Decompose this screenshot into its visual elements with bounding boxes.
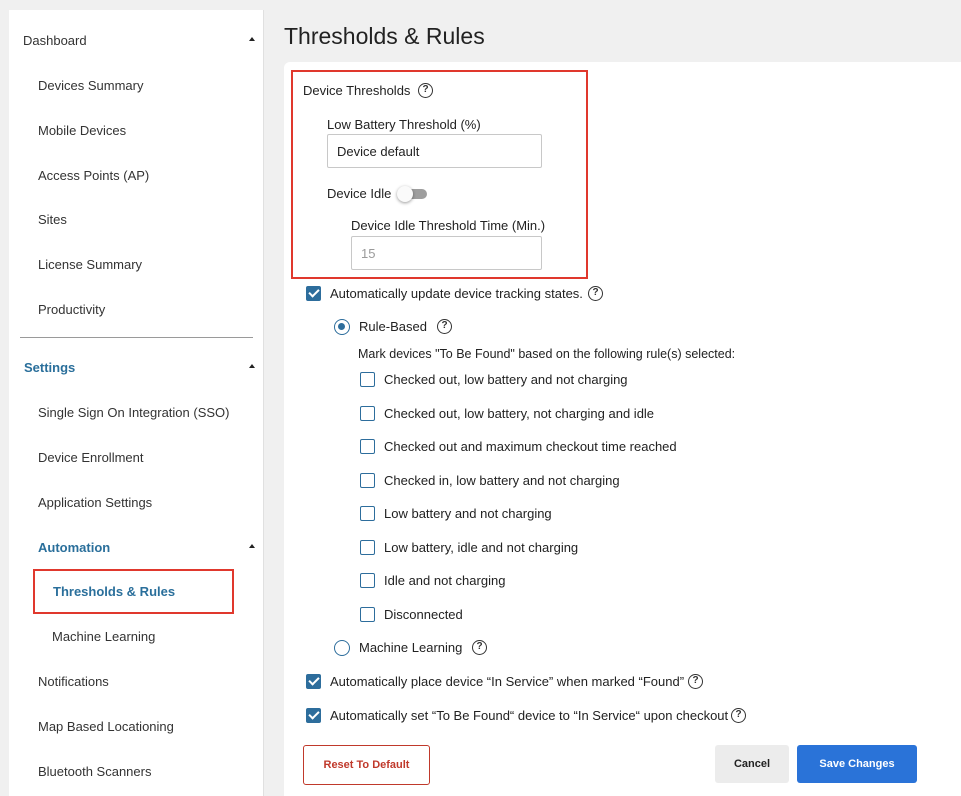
sidebar-item-label: Thresholds & Rules [53, 583, 176, 599]
rule-checkbox[interactable] [360, 506, 375, 521]
rule-label: Checked out and maximum checkout time re… [384, 439, 677, 454]
in-service-checkout-checkbox[interactable] [306, 708, 321, 723]
rule-based-label: Rule-Based [359, 319, 427, 334]
idle-time-label: Device Idle Threshold Time (Min.) [351, 218, 546, 233]
sidebar-section-label: Automation [38, 539, 111, 555]
rule-checkbox[interactable] [360, 607, 375, 622]
rule-checkbox[interactable] [360, 573, 375, 588]
save-changes-button[interactable]: Save Changes [797, 745, 917, 783]
rule-label: Disconnected [384, 607, 463, 622]
rule-label: Low battery and not charging [384, 506, 552, 521]
sidebar-item-device-enrollment[interactable]: Device Enrollment [9, 445, 264, 469]
sidebar-section-automation[interactable]: Automation [9, 535, 264, 559]
rule-label: Checked out, low battery and not chargin… [384, 372, 628, 387]
rule-checkbox[interactable] [360, 372, 375, 387]
sidebar-item-label: Map Based Locationing [38, 718, 174, 734]
sidebar-item-label: Notifications [38, 673, 109, 689]
low-battery-label: Low Battery Threshold (%) [327, 117, 481, 132]
rule-checkbox[interactable] [360, 473, 375, 488]
sidebar-divider [20, 337, 253, 338]
caret-up-icon [249, 544, 255, 548]
rule-based-radio[interactable] [334, 319, 350, 335]
device-idle-toggle[interactable] [397, 186, 429, 202]
help-icon[interactable]: ? [472, 640, 487, 655]
sidebar-item-label: Machine Learning [52, 628, 156, 644]
help-icon[interactable]: ? [688, 674, 703, 689]
device-idle-label: Device Idle [327, 186, 392, 201]
help-icon[interactable]: ? [418, 83, 433, 98]
rule-checkbox[interactable] [360, 439, 375, 454]
rule-label: Idle and not charging [384, 573, 506, 588]
sidebar-item-label: Application Settings [38, 494, 153, 510]
device-thresholds-title: Device Thresholds [303, 83, 411, 98]
sidebar-section-dashboard[interactable]: Dashboard [9, 28, 264, 52]
sidebar-item-machine-learning[interactable]: Machine Learning [9, 624, 264, 648]
sidebar-item-license-summary[interactable]: License Summary [9, 252, 264, 276]
reset-to-default-button[interactable]: Reset To Default [303, 745, 430, 785]
machine-learning-radio[interactable] [334, 640, 350, 656]
sidebar-item-label: Access Points (AP) [38, 167, 150, 183]
in-service-checkout-label: Automatically set “To Be Found“ device t… [330, 708, 729, 723]
auto-update-checkbox[interactable] [306, 286, 321, 301]
caret-up-icon [249, 364, 255, 368]
sidebar-item-devices-summary[interactable]: Devices Summary [9, 73, 264, 97]
sidebar-item-label: Device Enrollment [38, 449, 144, 465]
sidebar-item-label: Bluetooth Scanners [38, 763, 152, 779]
help-icon[interactable]: ? [731, 708, 746, 723]
rule-checkbox[interactable] [360, 406, 375, 421]
sidebar-item-label: Mobile Devices [38, 122, 127, 138]
sidebar-item-label: Single Sign On Integration (SSO) [38, 404, 230, 420]
sidebar-section-label: Dashboard [23, 32, 87, 48]
in-service-found-label: Automatically place device “In Service” … [330, 674, 685, 689]
sidebar-item-mobile-devices[interactable]: Mobile Devices [9, 118, 264, 142]
sidebar-item-thresholds-rules[interactable]: Thresholds & Rules [9, 579, 264, 603]
sidebar-item-application-settings[interactable]: Application Settings [9, 490, 264, 514]
sidebar-item-access-points[interactable]: Access Points (AP) [9, 163, 264, 187]
sidebar-item-label: Productivity [38, 301, 106, 317]
low-battery-input[interactable]: Device default [327, 134, 542, 168]
page-title: Thresholds & Rules [284, 23, 485, 49]
rule-checkbox[interactable] [360, 540, 375, 555]
cancel-button[interactable]: Cancel [715, 745, 789, 783]
rule-label: Checked out, low battery, not charging a… [384, 406, 655, 421]
sidebar-item-sso[interactable]: Single Sign On Integration (SSO) [9, 400, 264, 424]
machine-learning-label: Machine Learning [359, 640, 463, 655]
sidebar-item-label: License Summary [38, 256, 143, 272]
sidebar-section-label: Settings [24, 359, 76, 375]
caret-up-icon [249, 37, 255, 41]
in-service-found-checkbox[interactable] [306, 674, 321, 689]
sidebar-item-label: Sites [38, 211, 67, 227]
sidebar-item-bluetooth-scanners[interactable]: Bluetooth Scanners [9, 759, 264, 783]
toggle-knob [397, 186, 413, 202]
sidebar-item-productivity[interactable]: Productivity [9, 297, 264, 321]
idle-time-input[interactable]: 15 [351, 236, 542, 270]
rules-description: Mark devices "To Be Found" based on the … [358, 347, 736, 361]
rule-label: Low battery, idle and not charging [384, 540, 579, 555]
sidebar-item-notifications[interactable]: Notifications [9, 669, 264, 693]
sidebar-item-sites[interactable]: Sites [9, 207, 264, 231]
help-icon[interactable]: ? [588, 286, 603, 301]
rule-label: Checked in, low battery and not charging [384, 473, 620, 488]
help-icon[interactable]: ? [437, 319, 452, 334]
sidebar-item-map-based-locationing[interactable]: Map Based Locationing [9, 714, 264, 738]
auto-update-label: Automatically update device tracking sta… [330, 286, 583, 301]
sidebar-section-settings[interactable]: Settings [9, 355, 264, 379]
sidebar: Dashboard Devices Summary Mobile Devices… [9, 10, 264, 796]
sidebar-item-label: Devices Summary [38, 77, 144, 93]
